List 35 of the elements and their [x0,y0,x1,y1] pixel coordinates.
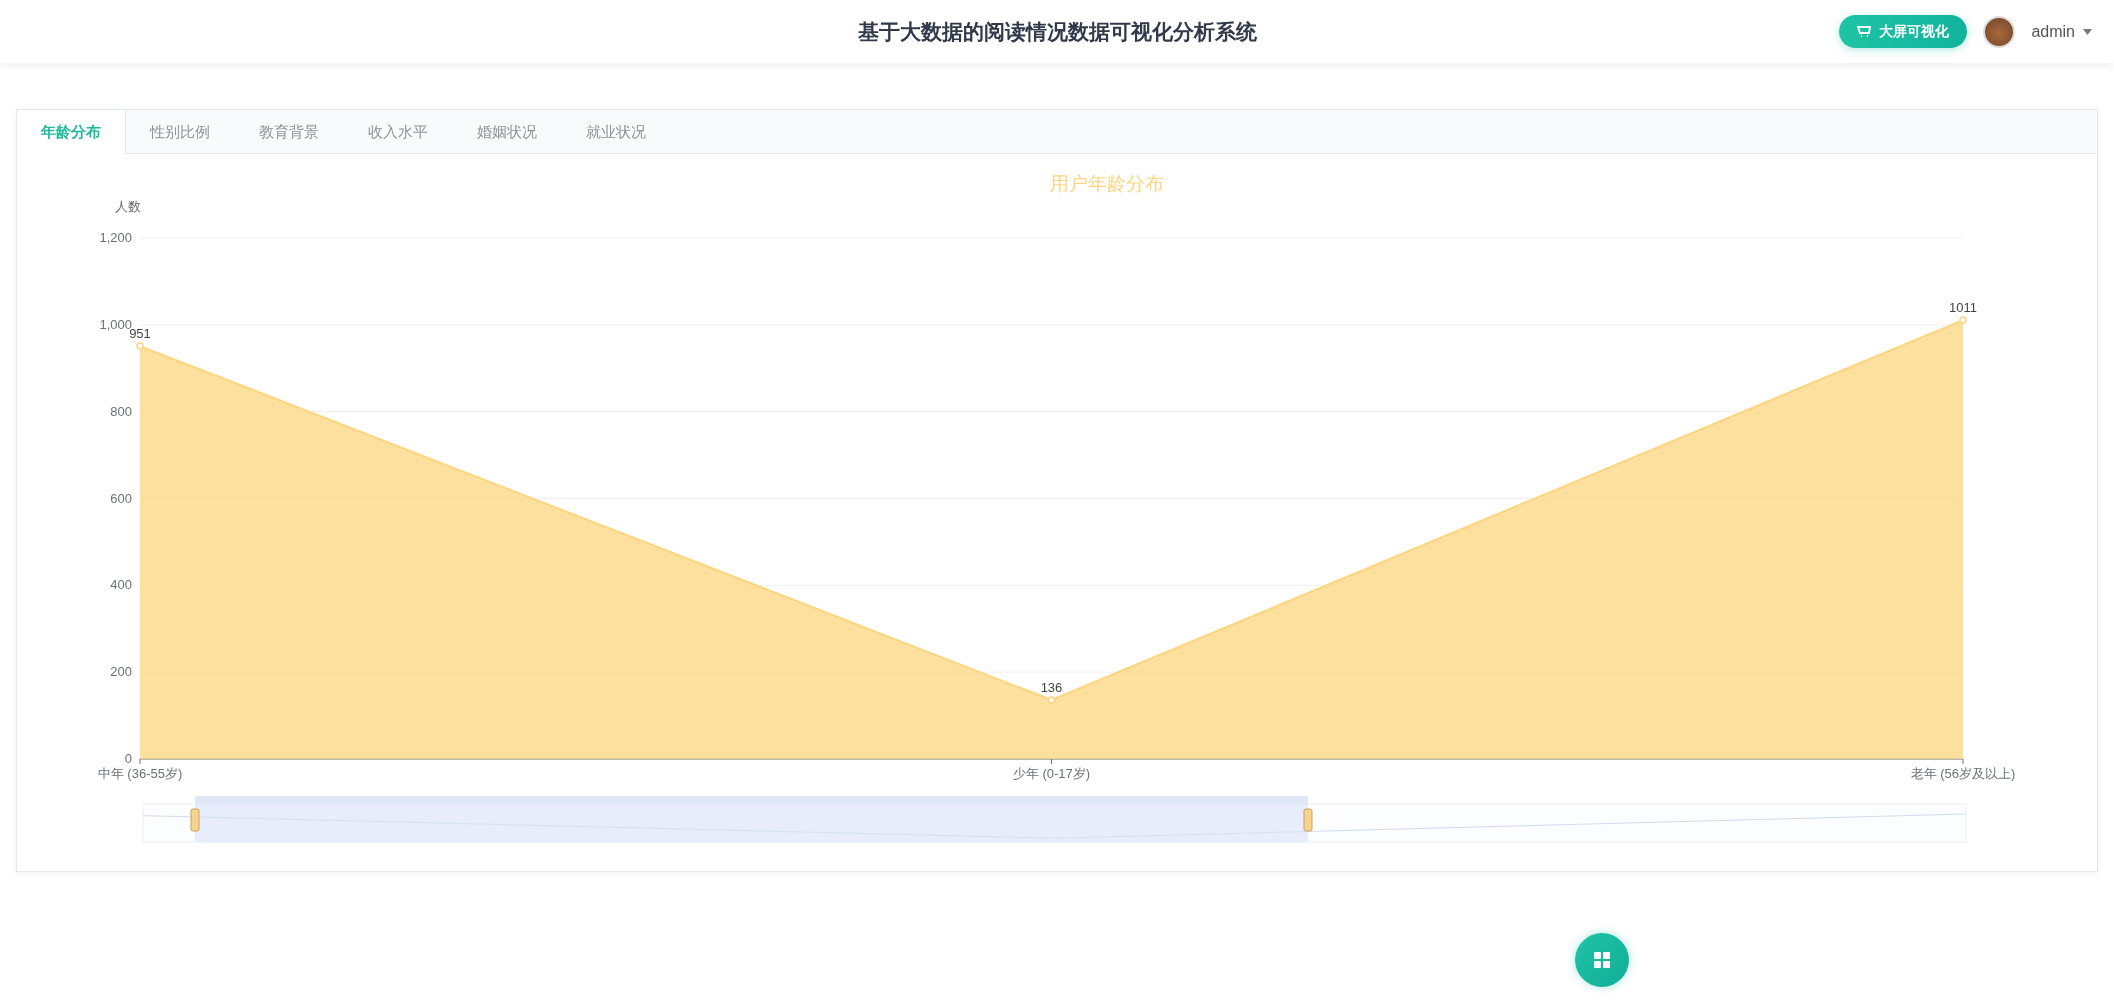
data-label: 136 [1040,679,1063,695]
axis-tick-label: 400 [110,577,132,593]
data-label: 1011 [1949,300,1977,316]
tab[interactable]: 收入水平 [344,110,453,154]
big-screen-button[interactable]: 大屏可视化 [1839,15,1968,48]
axis-tick-label: 1,000 [99,316,132,332]
axis-tick-label: 少年 (0-17岁) [1012,766,1091,781]
grid-icon [1593,951,1611,969]
data-point [1047,696,1056,704]
axis-tick-label: 800 [110,403,132,419]
zoom-move-handle[interactable] [195,796,1308,804]
tab[interactable]: 性别比例 [126,110,235,154]
app-title: 基于大数据的阅读情况数据可视化分析系统 [857,18,1257,45]
zoom-handle[interactable] [190,808,200,832]
caret-icon [2083,28,2092,35]
data-point [1959,316,1967,324]
user-avatar[interactable] [1983,15,2016,48]
tab[interactable]: 教育背景 [235,110,344,154]
axis-tick-label: 老年 (56岁及以上) [1910,766,2016,781]
data-point [136,342,144,350]
chart-title: 用户年龄分布 [1050,173,1164,194]
axis-tick-label: 200 [110,664,132,680]
axis-tick-label: 0 [124,751,132,766]
tab[interactable]: 年龄分布 [17,110,126,154]
zoom-handle[interactable] [1303,808,1313,832]
axis-title: 人数 [115,199,141,214]
user-menu[interactable]: admin [2031,19,2092,44]
tab[interactable]: 婚姻状况 [453,110,562,154]
cart-icon [1857,24,1872,39]
menu-button[interactable] [1575,933,1629,987]
zoom-selection[interactable] [195,804,1308,842]
axis-tick-label: 中年 (36-55岁) [97,766,183,781]
axis-tick-label: 600 [110,490,132,506]
tab[interactable]: 就业状况 [562,110,671,154]
axis-tick-label: 1,200 [99,230,132,245]
